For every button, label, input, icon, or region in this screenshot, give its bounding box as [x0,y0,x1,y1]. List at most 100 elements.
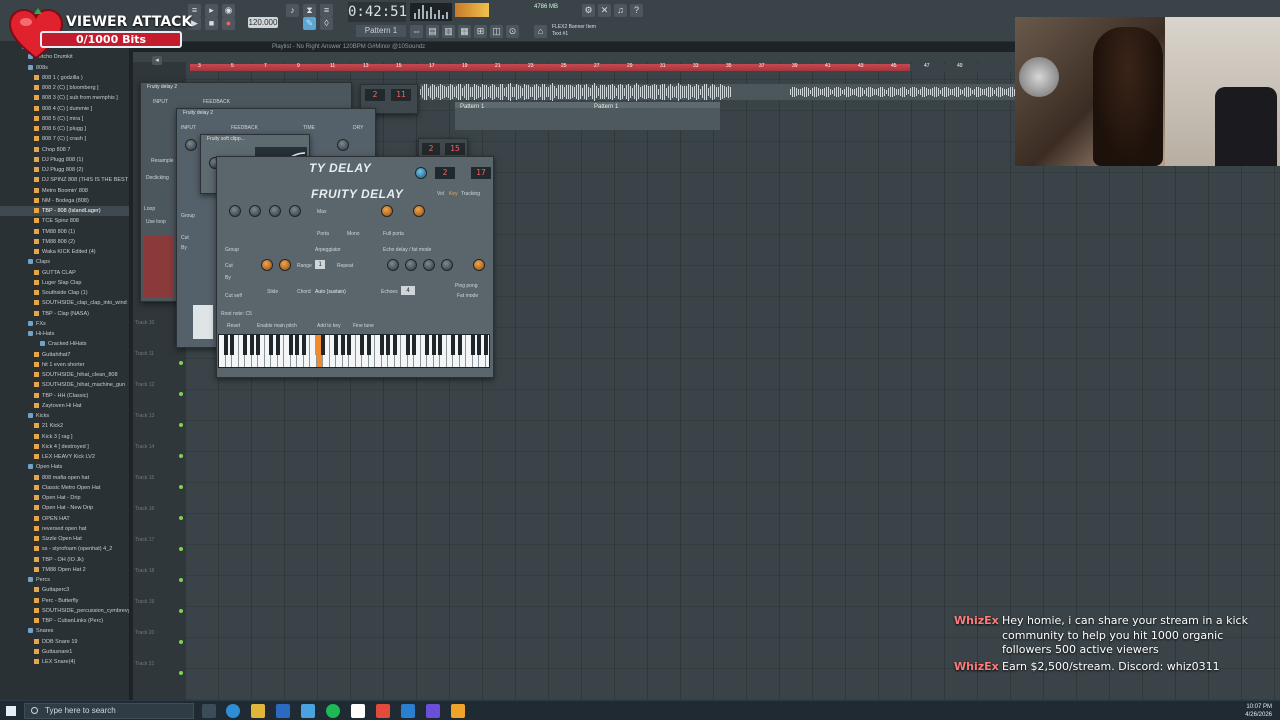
piano-black-key[interactable] [412,335,416,355]
swing-knob[interactable] [413,205,425,217]
record-button[interactable]: ● [222,17,235,30]
browser-item[interactable]: LEX Snare(4) [0,657,129,667]
task-view-icon[interactable] [202,704,216,718]
track-mute-led[interactable] [179,392,183,396]
piano-black-key[interactable] [288,335,293,355]
track-name[interactable]: Track 16 [135,506,154,512]
browser-item[interactable]: SOUTHSIDE_hihat_machine_gun [0,380,129,390]
song-time-display[interactable]: 0:42:51 [348,2,407,22]
timeline-ruler[interactable]: 3 5 7 9 11 13 15 17 19 21 23 25 27 29 31 33 35 37 39 41 43 45… [190,63,1020,71]
edge-icon[interactable] [226,704,240,718]
piano-black-key[interactable] [230,335,234,355]
browser-item[interactable]: Zaytoven Hi Hat [0,401,129,411]
mixer-icon[interactable]: ⚙ [582,4,595,17]
browser-item[interactable]: Guttahihat7 [0,350,129,360]
slide-label[interactable]: Slide [267,289,278,295]
playlist-icon[interactable]: ▤ [426,25,439,38]
browser-item[interactable]: NM - Bodega (808) [0,196,129,206]
blend-notes-icon[interactable]: ◊ [320,17,333,30]
browser-item[interactable]: DDB Snare 19 [0,637,129,647]
snap-icon[interactable]: ⇔ [410,25,423,38]
piano-black-key[interactable] [405,335,410,355]
piano-black-key[interactable] [275,335,280,355]
piano-black-key[interactable] [314,335,319,355]
piano-black-key[interactable] [470,335,475,355]
browser-item[interactable]: DJ Plugg 808 (2) [0,165,129,175]
browser-item[interactable]: 21 Kick2 [0,421,129,431]
pattern-song-toggle[interactable]: ▸ [205,4,218,17]
audio-clip-waveform[interactable] [420,83,1020,101]
browser-item[interactable]: OPEN HAT [0,514,129,524]
piano-black-key[interactable] [386,335,390,355]
help-icon[interactable]: ? [630,4,643,17]
browser-item[interactable]: SOUTHSIDE_percussion_cymbrevy [0,606,129,616]
add-to-key-toggle[interactable]: Add to key [317,323,341,329]
browser-folder[interactable]: Open Hats [0,462,129,472]
vol-knob[interactable] [249,205,261,217]
browser-item[interactable]: TM88 808 (2) [0,237,129,247]
mod-x-knob[interactable] [269,205,281,217]
browser-icon[interactable]: ▦ [458,25,471,38]
piano-black-key[interactable] [425,335,429,355]
track-mute-led[interactable] [179,671,183,675]
reset-button[interactable]: Reset [227,323,240,329]
browser-item[interactable]: Southside Clap (1) [0,288,129,298]
piano-black-key[interactable] [301,335,306,355]
piano-black-key[interactable] [223,335,228,355]
browser-item[interactable]: 808 3 (C) [ sub from memphis ] [0,93,129,103]
full-porta-label[interactable]: Full porta [383,231,404,237]
track-name[interactable]: Track 12 [135,382,154,388]
browser-folder[interactable]: FXs [0,319,129,329]
track-mute-led[interactable] [179,547,183,551]
track-mute-led[interactable] [179,640,183,644]
echoes-value[interactable]: 4 [401,286,415,295]
track-mute-led[interactable] [179,423,183,427]
browser-item[interactable]: TBP - Clap (NASA) [0,309,129,319]
piano-roll-icon[interactable]: ▥ [442,25,455,38]
cut-self-label[interactable]: Cut self [225,293,242,299]
metronome-icon[interactable]: ♪ [286,4,299,17]
browser-item[interactable]: Chop 808 7 [0,145,129,155]
echo-pan-knob[interactable] [405,259,417,271]
track-mute-led[interactable] [179,454,183,458]
browser-item[interactable]: DJ Plugg 808 (1) [0,155,129,165]
browser-item[interactable]: 808 6 (C) [ plugg ] [0,124,129,134]
track-mute-led[interactable] [179,609,183,613]
browser-item[interactable]: Open Hat - New Drip [0,503,129,513]
browser-item[interactable]: Sizzle Open Hat [0,534,129,544]
browser-item[interactable]: Guttaperc3 [0,585,129,595]
piano-black-key[interactable] [457,335,462,355]
browser-item[interactable]: Metro Boomin' 808 [0,186,129,196]
track-name[interactable]: Track 19 [135,599,154,605]
browser-item[interactable]: TBP - CubanLinks (Perc) [0,616,129,626]
app-icon-4[interactable] [426,704,440,718]
browser-item[interactable]: 808 1 ( godzilla ) [0,73,129,83]
echo-time-knob[interactable] [473,259,485,271]
channel-rack-icon[interactable]: ✕ [598,4,611,17]
windows-start-icon[interactable] [6,706,16,716]
browser-item[interactable]: 808 5 (C) [ mira ] [0,114,129,124]
mail-icon[interactable] [276,704,290,718]
piano-black-key[interactable] [451,335,455,355]
browser-folder[interactable]: Percs [0,575,129,585]
plugin-picker-icon[interactable]: ◫ [490,25,503,38]
browser-item[interactable]: TCE Spinz 808 [0,216,129,226]
playlist-arrow-icon[interactable]: ◂ [152,56,162,65]
browser-item[interactable]: TBP - HH (Classic) [0,391,129,401]
track-name[interactable]: Track 17 [135,537,154,543]
porta-label[interactable]: Porta [317,231,329,237]
root-note-keyboard[interactable] [218,334,490,368]
browser-item[interactable]: TM88 Open Hat 2 [0,565,129,575]
browser-item[interactable]: Classic Metro Open Hat [0,483,129,493]
mod-y-knob[interactable] [289,205,301,217]
countdown-icon[interactable]: ≡ [320,4,333,17]
browser-item[interactable]: DJ SPINZ 808 (THIS IS THE BEST ONE) [0,175,129,185]
app-icon-3[interactable] [376,704,390,718]
vscode-icon[interactable] [401,704,415,718]
echo-feed-knob[interactable] [387,259,399,271]
browser-item[interactable]: Kick 3 [ rag ] [0,432,129,442]
file-browser[interactable]: DrumsTetcho Drumkit808s808 1 ( godzilla … [0,42,130,700]
microphone-icon[interactable]: ♫ [614,4,627,17]
browser-folder[interactable]: Hi-Hats [0,329,129,339]
sample-display[interactable] [143,235,173,297]
